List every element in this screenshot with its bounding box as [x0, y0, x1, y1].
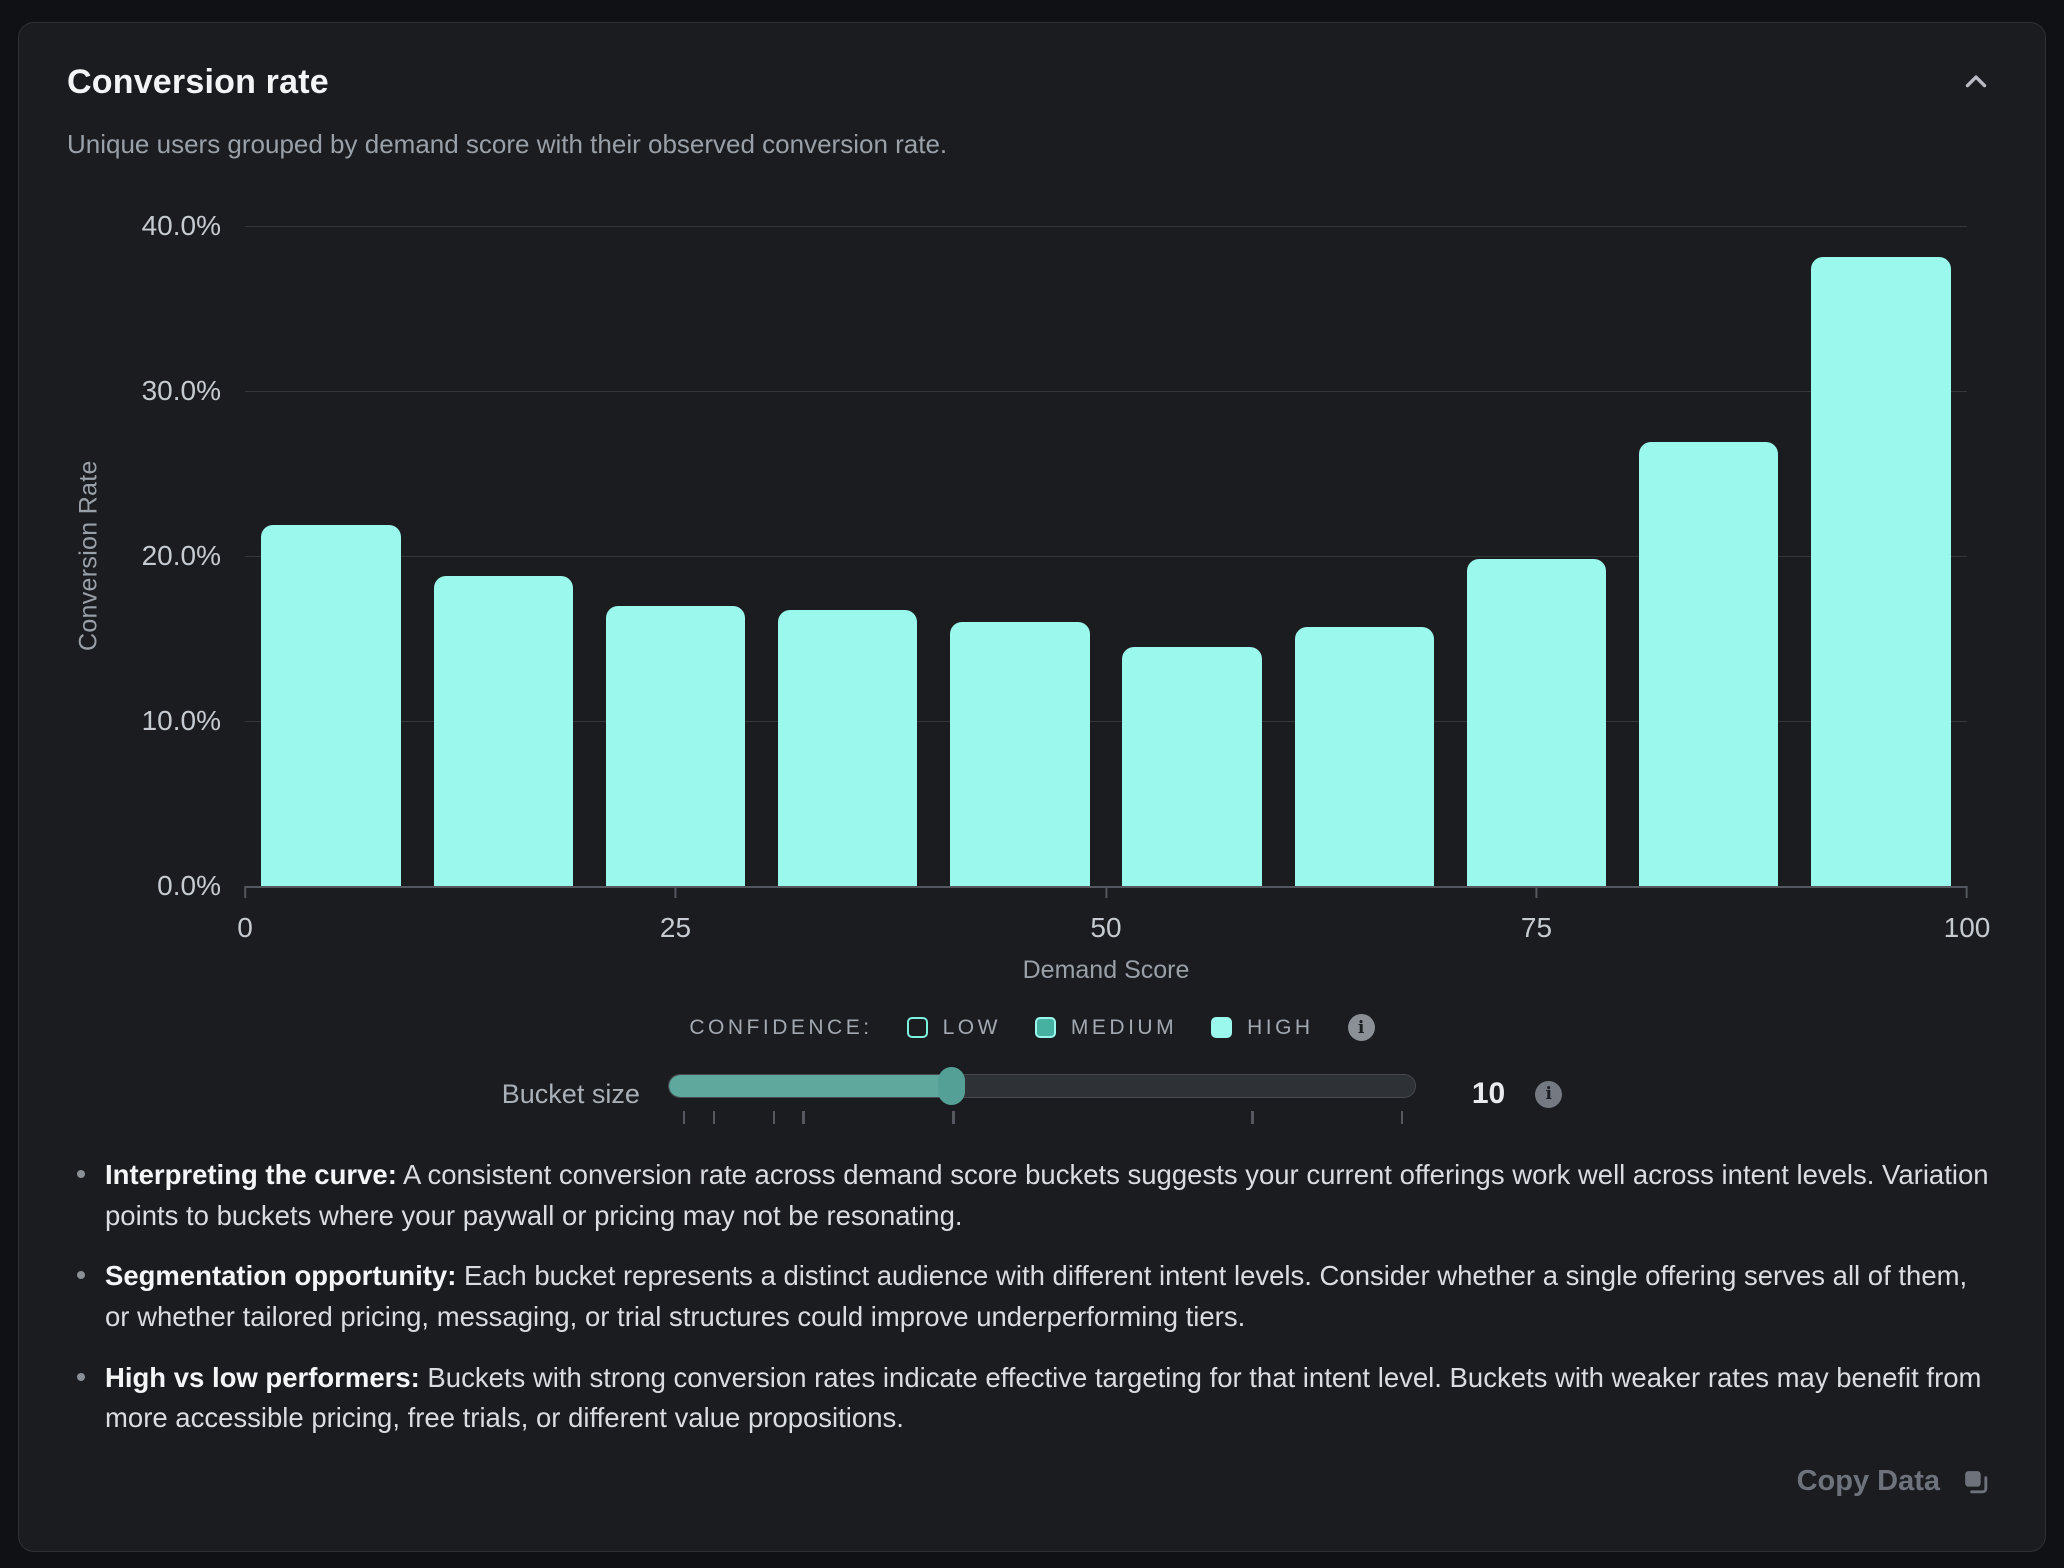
- legend-swatch-half: [1035, 1017, 1056, 1038]
- y-tick-label: 30.0%: [142, 375, 221, 407]
- x-tick-label: 100: [1944, 912, 1991, 944]
- note-lead: Segmentation opportunity:: [105, 1260, 456, 1291]
- x-tick: 50: [1090, 886, 1121, 944]
- chevron-up-icon: [1959, 65, 1993, 99]
- card-title: Conversion rate: [67, 63, 329, 102]
- legend-item-label: LOW: [943, 1016, 1001, 1040]
- legend-item-high[interactable]: HIGH: [1211, 1016, 1314, 1040]
- legend-title: CONFIDENCE:: [689, 1016, 872, 1040]
- note-lead: Interpreting the curve:: [105, 1159, 397, 1190]
- bar-30-40: [778, 610, 917, 886]
- bar-60-70: [1295, 627, 1434, 886]
- slider-track[interactable]: [668, 1074, 1416, 1098]
- bar-slot: [762, 226, 934, 886]
- bars-container: [245, 226, 1967, 886]
- info-icon[interactable]: i: [1348, 1014, 1375, 1041]
- bar-slot: [1106, 226, 1278, 886]
- y-tick-label: 0.0%: [157, 870, 221, 902]
- interpretation-notes: Interpreting the curve: A consistent con…: [67, 1155, 1997, 1439]
- x-tick: 25: [660, 886, 691, 944]
- confidence-legend: CONFIDENCE: LOW MEDIUM HIGH i: [67, 1014, 1997, 1041]
- bucket-size-value: 10: [1472, 1077, 1505, 1111]
- bar-90-100: [1811, 257, 1950, 886]
- note-item: Segmentation opportunity: Each bucket re…: [105, 1256, 1997, 1337]
- note-item: Interpreting the curve: A consistent con…: [105, 1155, 1997, 1236]
- bar-50-60: [1122, 647, 1261, 886]
- slider-tick: [773, 1111, 776, 1124]
- bar-40-50: [950, 622, 1089, 886]
- slider-fill: [669, 1075, 952, 1097]
- x-tick-label: 50: [1090, 912, 1121, 944]
- note-lead: High vs low performers:: [105, 1362, 420, 1393]
- copy-data-label: Copy Data: [1797, 1465, 1940, 1498]
- plot-area: 0255075100 40.0%30.0%20.0%10.0%0.0%: [245, 226, 1967, 886]
- copy-icon: [1960, 1466, 1991, 1497]
- conversion-rate-card: Conversion rate Unique users grouped by …: [18, 22, 2046, 1552]
- bar-slot: [245, 226, 417, 886]
- collapse-button[interactable]: [1955, 61, 1997, 103]
- bar-10-20: [434, 576, 573, 886]
- x-axis-title: Demand Score: [245, 956, 1967, 985]
- bar-0-10: [261, 525, 400, 886]
- x-axis-line: [245, 886, 1967, 888]
- bar-80-90: [1639, 442, 1778, 886]
- slider-tick: [1401, 1111, 1404, 1124]
- card-subtitle: Unique users grouped by demand score wit…: [67, 129, 1997, 160]
- note-item: High vs low performers: Buckets with str…: [105, 1358, 1997, 1439]
- y-axis-title: Conversion Rate: [69, 226, 109, 886]
- bar-20-30: [606, 606, 745, 887]
- slider-tick: [1251, 1111, 1254, 1124]
- y-tick-label: 20.0%: [142, 540, 221, 572]
- x-tick-label: 0: [237, 912, 253, 944]
- bar-slot: [934, 226, 1106, 886]
- bar-slot: [1623, 226, 1795, 886]
- x-tick: 75: [1521, 886, 1552, 944]
- bucket-size-slider[interactable]: [668, 1067, 1416, 1121]
- info-icon[interactable]: i: [1535, 1081, 1562, 1108]
- bucket-size-row: Bucket size 10 i: [67, 1067, 1997, 1121]
- bucket-size-label: Bucket size: [502, 1079, 640, 1110]
- y-tick-label: 40.0%: [142, 210, 221, 242]
- slider-tick: [952, 1111, 955, 1124]
- x-tick: 0: [237, 886, 253, 944]
- conversion-rate-chart: Conversion Rate 0255075100 40.0%30.0%20.…: [67, 184, 1997, 992]
- slider-tick: [802, 1111, 805, 1124]
- slider-tick: [683, 1111, 686, 1124]
- page: Conversion rate Unique users grouped by …: [0, 0, 2064, 1568]
- copy-data-button[interactable]: Copy Data: [1791, 1459, 1997, 1504]
- y-tick-label: 10.0%: [142, 705, 221, 737]
- slider-thumb[interactable]: [938, 1067, 965, 1105]
- x-tick-label: 25: [660, 912, 691, 944]
- legend-swatch-outline: [907, 1017, 928, 1038]
- bar-slot: [589, 226, 761, 886]
- legend-item-label: MEDIUM: [1071, 1016, 1177, 1040]
- legend-item-low[interactable]: LOW: [907, 1016, 1001, 1040]
- card-footer: Copy Data: [67, 1459, 1997, 1504]
- legend-item-label: HIGH: [1247, 1016, 1314, 1040]
- legend-swatch-solid: [1211, 1017, 1232, 1038]
- x-tick: 100: [1944, 886, 1991, 944]
- bar-slot: [1450, 226, 1622, 886]
- bar-70-80: [1467, 559, 1606, 886]
- x-tick-label: 75: [1521, 912, 1552, 944]
- x-axis-ticks: 0255075100: [245, 886, 1967, 956]
- bar-slot: [417, 226, 589, 886]
- bar-slot: [1278, 226, 1450, 886]
- bar-slot: [1795, 226, 1967, 886]
- card-header: Conversion rate: [67, 61, 1997, 103]
- slider-tick: [713, 1111, 716, 1124]
- legend-item-medium[interactable]: MEDIUM: [1035, 1016, 1177, 1040]
